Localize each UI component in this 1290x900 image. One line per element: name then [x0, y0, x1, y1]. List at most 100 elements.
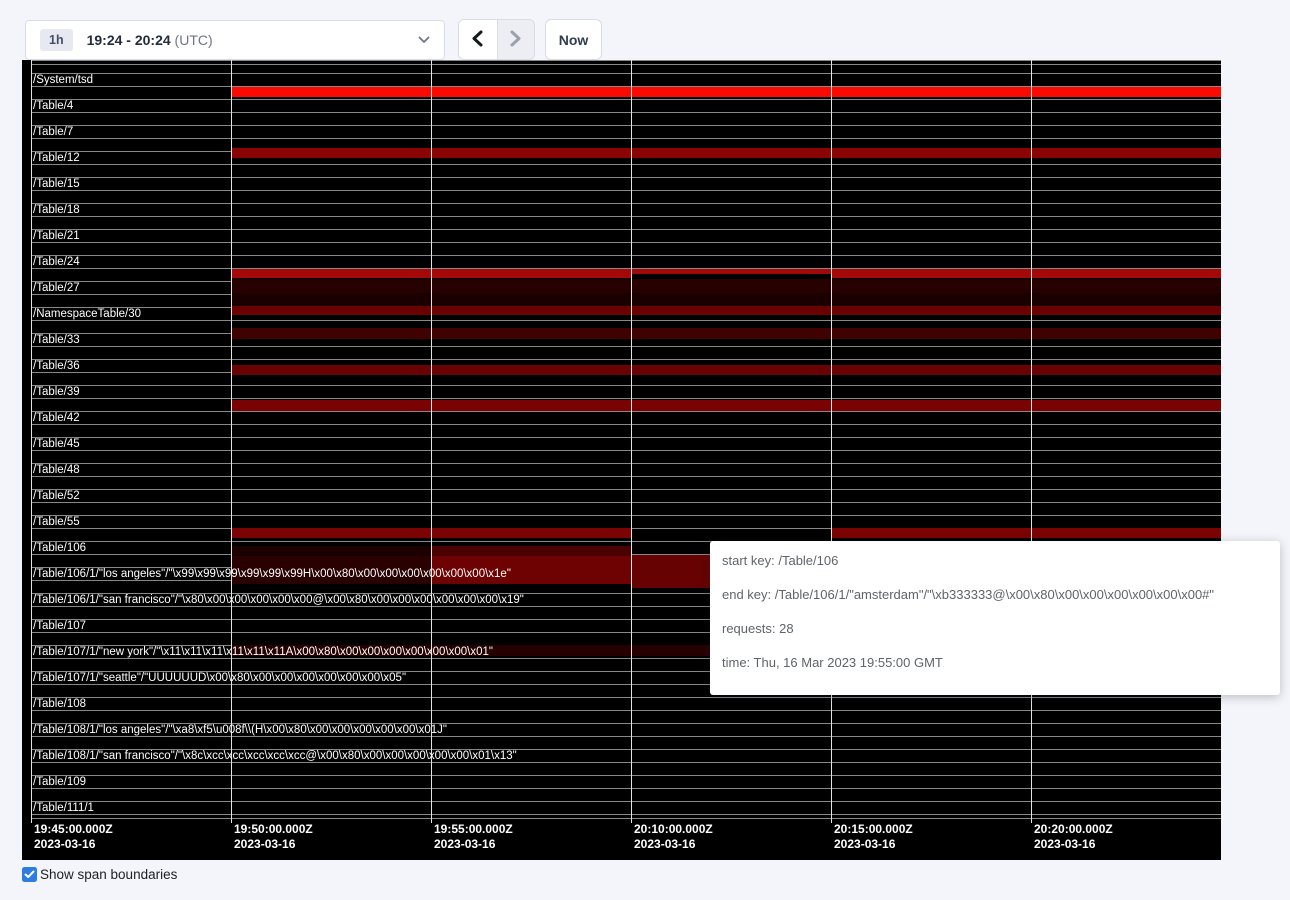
key-span-label: /Table/18 — [33, 204, 80, 216]
key-span-label: /Table/21 — [33, 230, 80, 242]
time-boundary-line — [31, 60, 32, 814]
show-span-boundaries-checkbox[interactable] — [22, 867, 37, 882]
time-boundary-line — [631, 60, 632, 814]
time-range-value: 19:24 - 20:24 — [87, 32, 171, 48]
key-span-label: /Table/106/1/"san francisco"/"\x80\x00\x… — [33, 594, 524, 606]
span-boundary-line — [31, 788, 1221, 789]
time-axis-label-time: 20:15:00.000Z — [834, 822, 913, 837]
hot-span-band — [231, 148, 1221, 158]
time-axis-tick — [431, 814, 432, 823]
checkmark-icon — [24, 866, 35, 884]
key-span-label: /Table/106 — [33, 542, 86, 554]
key-span-label: /Table/12 — [33, 152, 80, 164]
span-boundary-line — [31, 60, 1221, 61]
key-span-label: /Table/108/1/"san francisco"/"\x8c\xcc\x… — [33, 750, 517, 762]
hot-span-band — [631, 269, 831, 274]
time-axis-label: 20:20:00.000Z2023-03-16 — [1034, 822, 1113, 852]
hot-span-band — [431, 546, 631, 556]
time-axis-label-date: 2023-03-16 — [434, 837, 513, 852]
time-axis-label: 19:50:00.000Z2023-03-16 — [234, 822, 313, 852]
time-axis-tick — [231, 814, 232, 823]
key-span-label: /Table/33 — [33, 334, 80, 346]
time-boundary-line — [231, 60, 232, 814]
time-axis-label: 20:15:00.000Z2023-03-16 — [834, 822, 913, 852]
key-span-label: /Table/107/1/"seattle"/"UUUUUUD\x00\x80\… — [33, 672, 406, 684]
span-boundary-line — [31, 710, 1221, 711]
span-boundary-line — [31, 814, 1221, 815]
time-nav-group — [458, 19, 535, 60]
time-axis-tick — [631, 814, 632, 823]
time-axis-label: 19:45:00.000Z2023-03-16 — [34, 822, 113, 852]
key-span-label: /Table/45 — [33, 438, 80, 450]
time-boundary-line — [1031, 60, 1032, 814]
tooltip-start-key: start key: /Table/106 — [722, 553, 1268, 568]
now-button[interactable]: Now — [545, 19, 602, 60]
hot-span-band — [231, 546, 431, 556]
span-boundary-line — [31, 424, 1221, 425]
time-range-dropdown[interactable]: 1h 19:24 - 20:24 (UTC) — [25, 20, 445, 60]
span-boundary-line — [31, 112, 1221, 113]
key-span-label: /Table/27 — [33, 282, 80, 294]
hot-span-band — [231, 328, 1221, 339]
span-boundary-line — [31, 736, 1221, 737]
key-span-label: /Table/39 — [33, 386, 80, 398]
span-boundary-line — [31, 229, 1221, 230]
time-axis-label-time: 19:50:00.000Z — [234, 822, 313, 837]
span-boundary-line — [31, 64, 1221, 65]
toolbar: 1h 19:24 - 20:24 (UTC) Now — [0, 0, 1290, 60]
chevron-down-icon — [418, 31, 430, 49]
key-span-label: /Table/108/1/"los angeles"/"\xa8\xf5\u00… — [33, 724, 447, 736]
key-span-label: /Table/52 — [33, 490, 80, 502]
span-boundary-line — [31, 463, 1221, 464]
previous-time-button[interactable] — [459, 20, 497, 59]
span-boundary-line — [31, 476, 1221, 477]
span-boundary-line — [31, 216, 1221, 217]
time-axis-label-date: 2023-03-16 — [634, 837, 713, 852]
span-boundary-line — [31, 359, 1221, 360]
hot-span-band — [231, 279, 1221, 293]
heatmap-canvas[interactable]: /System/tsd/Table/4/Table/7/Table/12/Tab… — [22, 60, 1221, 860]
key-span-label: /Table/15 — [33, 178, 80, 190]
time-axis-label-time: 20:10:00.000Z — [634, 822, 713, 837]
key-span-label: /Table/106/1/"los angeles"/"\x99\x99\x99… — [33, 568, 511, 580]
hot-span-band — [231, 400, 1221, 411]
time-boundary-line — [431, 60, 432, 814]
key-span-label: /Table/55 — [33, 516, 80, 528]
span-boundary-line — [31, 138, 1221, 139]
span-boundary-line — [31, 177, 1221, 178]
span-boundary-line — [31, 99, 1221, 100]
key-span-label: /Table/107 — [33, 620, 86, 632]
key-span-label: /Table/24 — [33, 256, 80, 268]
time-axis-label-date: 2023-03-16 — [1034, 837, 1113, 852]
key-span-label: /NamespaceTable/30 — [33, 308, 141, 320]
span-boundary-line — [31, 818, 1221, 819]
time-axis-label: 20:10:00.000Z2023-03-16 — [634, 822, 713, 852]
hover-tooltip: start key: /Table/106 end key: /Table/10… — [710, 541, 1280, 695]
span-boundary-line — [31, 320, 1221, 321]
show-span-boundaries-label: Show span boundaries — [40, 867, 177, 882]
key-span-label: /Table/48 — [33, 464, 80, 476]
span-boundary-line — [31, 489, 1221, 490]
key-span-label: /Table/36 — [33, 360, 80, 372]
time-axis-label-date: 2023-03-16 — [34, 837, 113, 852]
next-time-button-disabled[interactable] — [497, 20, 535, 59]
span-boundary-line — [31, 255, 1221, 256]
key-span-label: /Table/109 — [33, 776, 86, 788]
tooltip-requests: requests: 28 — [722, 621, 1268, 636]
key-span-label: /Table/42 — [33, 412, 80, 424]
time-axis-tick — [831, 814, 832, 823]
span-boundary-line — [31, 125, 1221, 126]
span-boundary-line — [31, 164, 1221, 165]
tooltip-end-key: end key: /Table/106/1/"amsterdam"/"\xb33… — [722, 587, 1268, 602]
hot-span-band — [231, 293, 1221, 306]
span-boundary-line — [31, 515, 1221, 516]
span-boundary-line — [31, 437, 1221, 438]
time-boundary-line — [831, 60, 832, 814]
hot-span-band — [231, 87, 1221, 97]
chevron-left-icon — [471, 30, 484, 50]
key-span-label: /Table/111/1 — [33, 802, 94, 814]
chevron-right-icon — [509, 30, 522, 50]
span-boundary-line — [31, 385, 1221, 386]
span-boundary-line — [31, 502, 1221, 503]
span-boundary-line — [31, 190, 1221, 191]
